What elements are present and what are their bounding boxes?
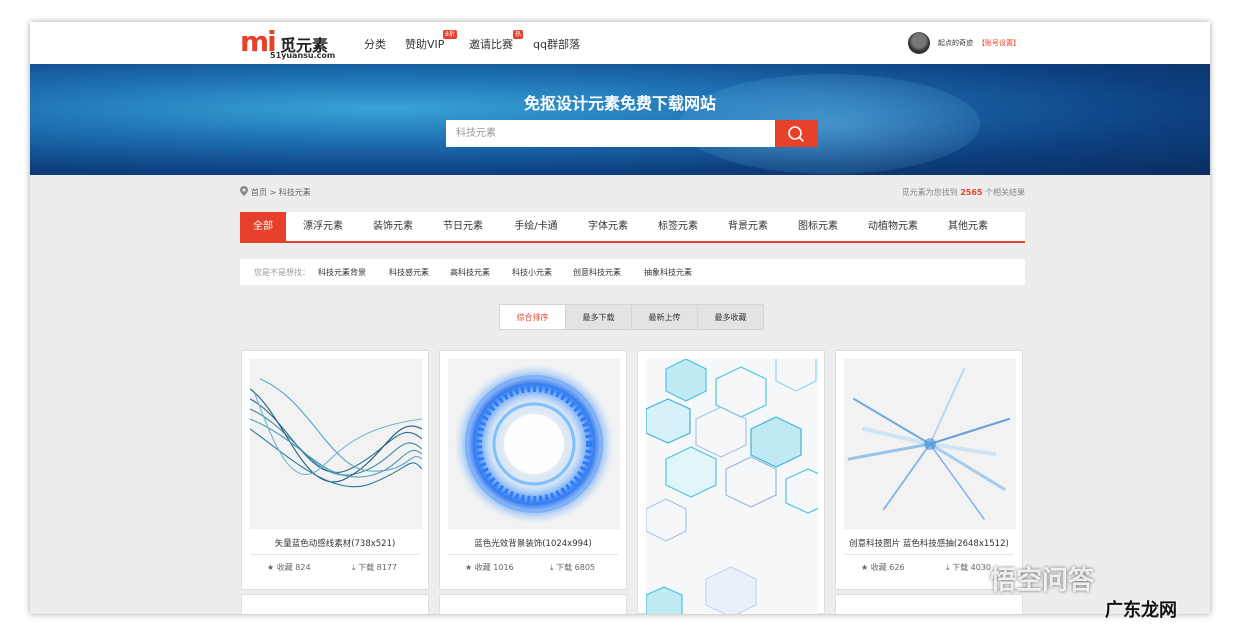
tab-floating[interactable]: 漂浮元素 [292,212,354,241]
star-icon: ★ [267,563,275,572]
tab-decoration[interactable]: 装饰元素 [362,212,424,241]
element-card[interactable] [439,594,627,614]
category-tabs: 全部 漂浮元素 装饰元素 节日元素 手绘/卡通 字体元素 标签元素 背景元素 图… [240,212,1025,243]
download-button[interactable]: ⤓ 下载 6805 [550,562,595,573]
result-number: 2565 [960,188,983,197]
vip-badge: 8折 [443,30,457,39]
browser-frame: mi 觅元素 51yuansu.com 分类 赞助VIP 8折 邀请比赛热 qq群… [30,22,1210,614]
sort-newest[interactable]: 最新上传 [631,304,698,330]
suggestion-item[interactable]: 科技感元素 [389,267,429,278]
favorite-count: 收藏 1016 [474,563,514,572]
username[interactable]: 起点的奇迹 [938,38,973,48]
site-logo[interactable]: mi 觅元素 51yuansu.com [240,25,340,61]
suggestion-item[interactable]: 高科技元素 [450,267,490,278]
tab-font[interactable]: 字体元素 [577,212,639,241]
sort-comprehensive[interactable]: 综合排序 [499,304,566,330]
suggestion-item[interactable]: 科技元素背景 [318,267,366,278]
element-card[interactable]: 蓝色光效背景装饰(1024x994) ★ 收藏 1016 ⤓ 下载 6805 [439,350,627,590]
nav-contest[interactable]: 邀请比赛热 [469,30,524,52]
banner-title: 免抠设计元素免费下载网站 [523,94,716,113]
card-thumbnail[interactable] [448,359,620,529]
nav-vip[interactable]: 赞助VIP 8折 [405,30,457,52]
favorite-button[interactable]: ★ 收藏 1016 [465,562,514,573]
star-icon: ★ [861,563,869,572]
search-banner: 免抠设计元素免费下载网站 [30,64,1210,175]
download-count: 下载 6805 [556,563,595,572]
result-prefix: 觅元素为您找到 [901,188,958,197]
top-navbar: mi 觅元素 51yuansu.com 分类 赞助VIP 8折 邀请比赛热 qq群… [30,22,1210,64]
tab-other[interactable]: 其他元素 [937,212,999,241]
sort-most-favorites[interactable]: 最多收藏 [697,304,764,330]
user-avatar[interactable] [908,32,930,54]
card-thumbnail[interactable] [646,359,818,614]
breadcrumb-current: 科技元素 [278,188,311,197]
card-divider [844,554,1014,555]
account-settings-link[interactable]: 【账号设置】 [978,38,1020,48]
suggestion-item[interactable]: 科技小元素 [512,267,552,278]
nav-contest-label: 邀请比赛 [469,38,513,51]
tab-all[interactable]: 全部 [240,212,286,241]
suggestion-prefix: 您是不是想找： [254,268,310,277]
download-icon: ⤓ [352,563,356,572]
suggestion-item[interactable]: 创意科技元素 [573,267,621,278]
breadcrumb-separator: > [269,188,277,197]
result-suffix: 个相关结果 [985,188,1025,197]
favorite-button[interactable]: ★ 收藏 824 [267,562,311,573]
search-input[interactable] [446,120,776,147]
nav-category[interactable]: 分类 [364,36,386,52]
search-icon [788,126,805,143]
search-button[interactable] [775,120,818,147]
nav-vip-label: 赞助VIP [405,38,445,51]
breadcrumb-home[interactable]: 首页 [251,188,267,197]
favorite-count: 收藏 626 [870,563,905,572]
star-icon: ★ [465,563,473,572]
suggestion-bar: 您是不是想找： 科技元素背景 科技感元素 高科技元素 科技小元素 创意科技元素 … [240,259,1025,285]
favorite-button[interactable]: ★ 收藏 626 [861,562,905,573]
logo-domain: 51yuansu.com [270,51,336,60]
download-icon: ⤓ [946,563,950,572]
tab-icon[interactable]: 图标元素 [787,212,849,241]
card-divider [250,554,420,555]
tab-background[interactable]: 背景元素 [717,212,779,241]
element-card[interactable] [637,350,825,614]
download-button[interactable]: ⤓ 下载 4030 [946,562,991,573]
tab-festival[interactable]: 节日元素 [432,212,494,241]
card-title[interactable]: 蓝色光效背景装饰(1024x994) [440,537,626,549]
result-count: 觅元素为您找到 2565 个相关结果 [902,187,1025,198]
contest-badge: 热 [513,30,524,39]
card-title[interactable]: 创意科技图片 蓝色科技感抽(2648x1512) [836,537,1022,549]
watermark-wukong: 悟空问答 [990,566,1095,596]
watermark-gdlong: 广东龙网 [1105,600,1177,621]
tab-animals-plants[interactable]: 动植物元素 [857,212,929,241]
card-thumbnail[interactable] [250,359,422,529]
location-pin-icon [240,186,248,196]
tab-handdrawn[interactable]: 手绘/卡通 [502,212,570,241]
element-card[interactable]: 创意科技图片 蓝色科技感抽(2648x1512) ★ 收藏 626 ⤓ 下载 4… [835,350,1023,590]
card-thumbnail[interactable] [844,359,1016,529]
element-card[interactable] [835,594,1023,614]
element-card[interactable] [241,594,429,614]
download-count: 下载 4030 [952,563,991,572]
suggestion-item[interactable]: 抽象科技元素 [644,267,692,278]
card-divider [448,554,618,555]
breadcrumb: 首页 > 科技元素 [251,187,311,198]
nav-qq-group[interactable]: qq群部落 [533,36,580,52]
download-count: 下载 8177 [358,563,397,572]
favorite-count: 收藏 824 [276,563,311,572]
tab-label[interactable]: 标签元素 [647,212,709,241]
card-title[interactable]: 矢量蓝色动感线素材(738x521) [242,537,428,549]
download-button[interactable]: ⤓ 下载 8177 [352,562,397,573]
sort-most-downloads[interactable]: 最多下载 [565,304,632,330]
download-icon: ⤓ [550,563,554,572]
element-card[interactable]: 矢量蓝色动感线素材(738x521) ★ 收藏 824 ⤓ 下载 8177 [241,350,429,590]
